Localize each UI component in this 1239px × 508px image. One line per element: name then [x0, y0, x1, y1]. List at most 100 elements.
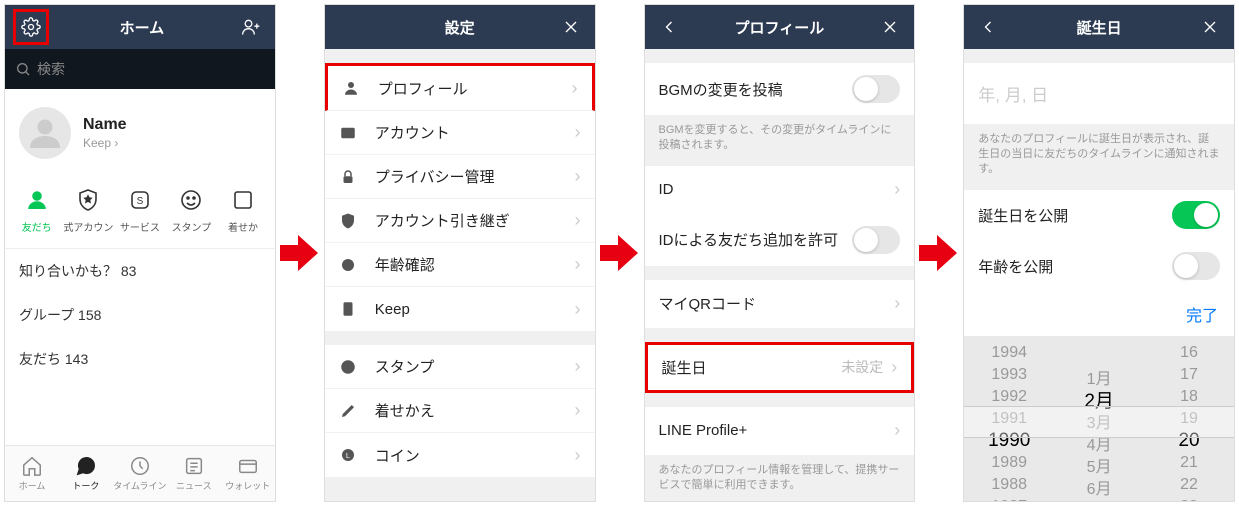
- header: 誕生日: [964, 5, 1234, 49]
- avatar: [19, 107, 71, 159]
- screen-settings: 設定 プロフィール › アカウント › プライバシー管理 › アカウント引き: [324, 4, 596, 502]
- nav-timeline[interactable]: タイムライン: [113, 446, 167, 501]
- qr-row[interactable]: マイQRコード ›: [645, 280, 915, 328]
- shield-star-icon: [73, 185, 103, 215]
- close-icon[interactable]: [555, 11, 587, 43]
- search-input[interactable]: 検索: [5, 49, 275, 89]
- chevron-right-icon: ›: [575, 445, 581, 466]
- settings-item-account[interactable]: アカウント ›: [325, 111, 595, 155]
- settings-item-profile[interactable]: プロフィール ›: [325, 63, 595, 111]
- arrow-icon: [600, 233, 640, 273]
- birthday-row[interactable]: 誕生日 未設定 ›: [645, 342, 915, 393]
- svg-text:S: S: [137, 196, 144, 207]
- close-icon[interactable]: [874, 11, 906, 43]
- home-content: Name Keep › 友だち 公式アカウント S サービス スタンプ: [5, 89, 275, 445]
- tab-themes[interactable]: 着せか: [217, 185, 269, 234]
- keep-icon: [339, 300, 365, 318]
- id-add-toggle[interactable]: IDによる友だち追加を許可: [645, 214, 915, 266]
- coin-icon: L: [339, 446, 365, 464]
- header: プロフィール: [645, 5, 915, 49]
- page-title: 設定: [365, 17, 555, 38]
- search-icon: [15, 61, 31, 77]
- screen-home: ホーム 検索 Name Keep › 友だち 公式アカウント: [4, 4, 276, 502]
- done-button[interactable]: 完了: [964, 292, 1234, 336]
- toggle-switch[interactable]: [1172, 201, 1220, 229]
- header: 設定: [325, 5, 595, 49]
- back-icon[interactable]: [972, 11, 1004, 43]
- chevron-right-icon: ›: [575, 356, 581, 377]
- nav-news[interactable]: ニュース: [167, 446, 221, 501]
- id-card-icon: [339, 124, 365, 142]
- search-placeholder: 検索: [37, 59, 65, 79]
- profile-content: BGMの変更を投稿 BGMを変更すると、その変更がタイムラインに投稿されます。 …: [645, 49, 915, 501]
- toggle-switch[interactable]: [852, 75, 900, 103]
- back-icon[interactable]: [653, 11, 685, 43]
- birthday-note: あなたのプロフィールに誕生日が表示され、誕生日の当日に友だちのタイムラインに通知…: [964, 124, 1234, 190]
- tab-official[interactable]: 公式アカウント: [63, 185, 115, 234]
- person-icon: [22, 185, 52, 215]
- header: ホーム: [5, 5, 275, 49]
- picker-day[interactable]: 161718192021222324: [1144, 336, 1234, 501]
- bottom-nav: ホーム トーク タイムライン ニュース ウォレット: [5, 445, 275, 501]
- toggle-switch[interactable]: [1172, 252, 1220, 280]
- svg-text:L: L: [346, 451, 350, 460]
- chevron-right-icon: ›: [575, 400, 581, 421]
- page-title: ホーム: [49, 17, 235, 38]
- chevron-right-icon: ›: [894, 293, 900, 314]
- chevron-right-icon: ›: [891, 357, 897, 378]
- nav-home[interactable]: ホーム: [5, 446, 59, 501]
- tab-stamps[interactable]: スタンプ: [166, 185, 218, 234]
- arrow-icon: [280, 233, 320, 273]
- bgm-post-toggle[interactable]: BGMの変更を投稿: [645, 63, 915, 115]
- chevron-right-icon: ›: [572, 78, 578, 99]
- profile-row[interactable]: Name Keep ›: [5, 89, 275, 177]
- smile-icon: [339, 358, 365, 376]
- list-item[interactable]: 友だち 143: [5, 337, 275, 381]
- settings-item-age[interactable]: 年齢確認 ›: [325, 243, 595, 287]
- settings-item-themes[interactable]: 着せかえ ›: [325, 389, 595, 433]
- friends-summary: 知り合いかも？ 83 グループ 158 友だち 143: [5, 248, 275, 381]
- settings-item-privacy[interactable]: プライバシー管理 ›: [325, 155, 595, 199]
- chevron-right-icon: ›: [575, 122, 581, 143]
- lock-icon: [339, 168, 365, 186]
- bottom-note: あなたのプロフィール情報を管理して、提携サービスで簡単に利用できます。: [645, 455, 915, 501]
- birthday-content: 年, 月, 日 あなたのプロフィールに誕生日が表示され、誕生日の当日に友だちのタ…: [964, 49, 1234, 501]
- date-picker[interactable]: 199419931992199119901989198819871986 1月2…: [964, 336, 1234, 501]
- page-title: 誕生日: [1004, 17, 1194, 38]
- nav-talk[interactable]: トーク: [59, 446, 113, 501]
- settings-group-2: スタンプ › 着せかえ › L コイン ›: [325, 345, 595, 477]
- tab-services[interactable]: S サービス: [114, 185, 166, 234]
- chevron-right-icon: ›: [575, 166, 581, 187]
- chevron-right-icon: ›: [575, 254, 581, 275]
- list-item[interactable]: グループ 158: [5, 293, 275, 337]
- settings-item-coins[interactable]: L コイン ›: [325, 433, 595, 477]
- picker-year[interactable]: 199419931992199119901989198819871986: [964, 336, 1054, 501]
- profile-name: Name: [83, 116, 127, 134]
- settings-item-keep[interactable]: Keep ›: [325, 287, 595, 331]
- bgm-note: BGMを変更すると、その変更がタイムラインに投稿されます。: [645, 115, 915, 166]
- screen-profile: プロフィール BGMの変更を投稿 BGMを変更すると、その変更がタイムラインに投…: [644, 4, 916, 502]
- close-icon[interactable]: [1194, 11, 1226, 43]
- nav-wallet[interactable]: ウォレット: [221, 446, 275, 501]
- add-friend-icon[interactable]: [235, 11, 267, 43]
- id-row[interactable]: ID ›: [645, 166, 915, 214]
- screen-birthday: 誕生日 年, 月, 日 あなたのプロフィールに誕生日が表示され、誕生日の当日に友…: [963, 4, 1235, 502]
- birthday-input[interactable]: 年, 月, 日: [964, 63, 1234, 124]
- profile-keep[interactable]: Keep ›: [83, 136, 127, 150]
- brush-icon: [339, 402, 365, 420]
- theme-icon: [228, 185, 258, 215]
- publish-age-toggle[interactable]: 年齢を公開: [964, 241, 1234, 292]
- gear-icon[interactable]: [13, 9, 49, 45]
- settings-item-stamps[interactable]: スタンプ ›: [325, 345, 595, 389]
- line-profile-plus-row[interactable]: LINE Profile+ ›: [645, 407, 915, 455]
- tab-friends[interactable]: 友だち: [11, 185, 63, 234]
- picker-month[interactable]: 1月2月3月4月5月6月: [1054, 336, 1144, 501]
- badge-icon: [339, 256, 365, 274]
- toggle-switch[interactable]: [852, 226, 900, 254]
- settings-item-transfer[interactable]: アカウント引き継ぎ ›: [325, 199, 595, 243]
- publish-birthday-toggle[interactable]: 誕生日を公開: [964, 190, 1234, 241]
- chevron-right-icon: ›: [575, 299, 581, 320]
- chevron-right-icon: ›: [894, 179, 900, 200]
- square-s-icon: S: [125, 185, 155, 215]
- list-item[interactable]: 知り合いかも？ 83: [5, 249, 275, 293]
